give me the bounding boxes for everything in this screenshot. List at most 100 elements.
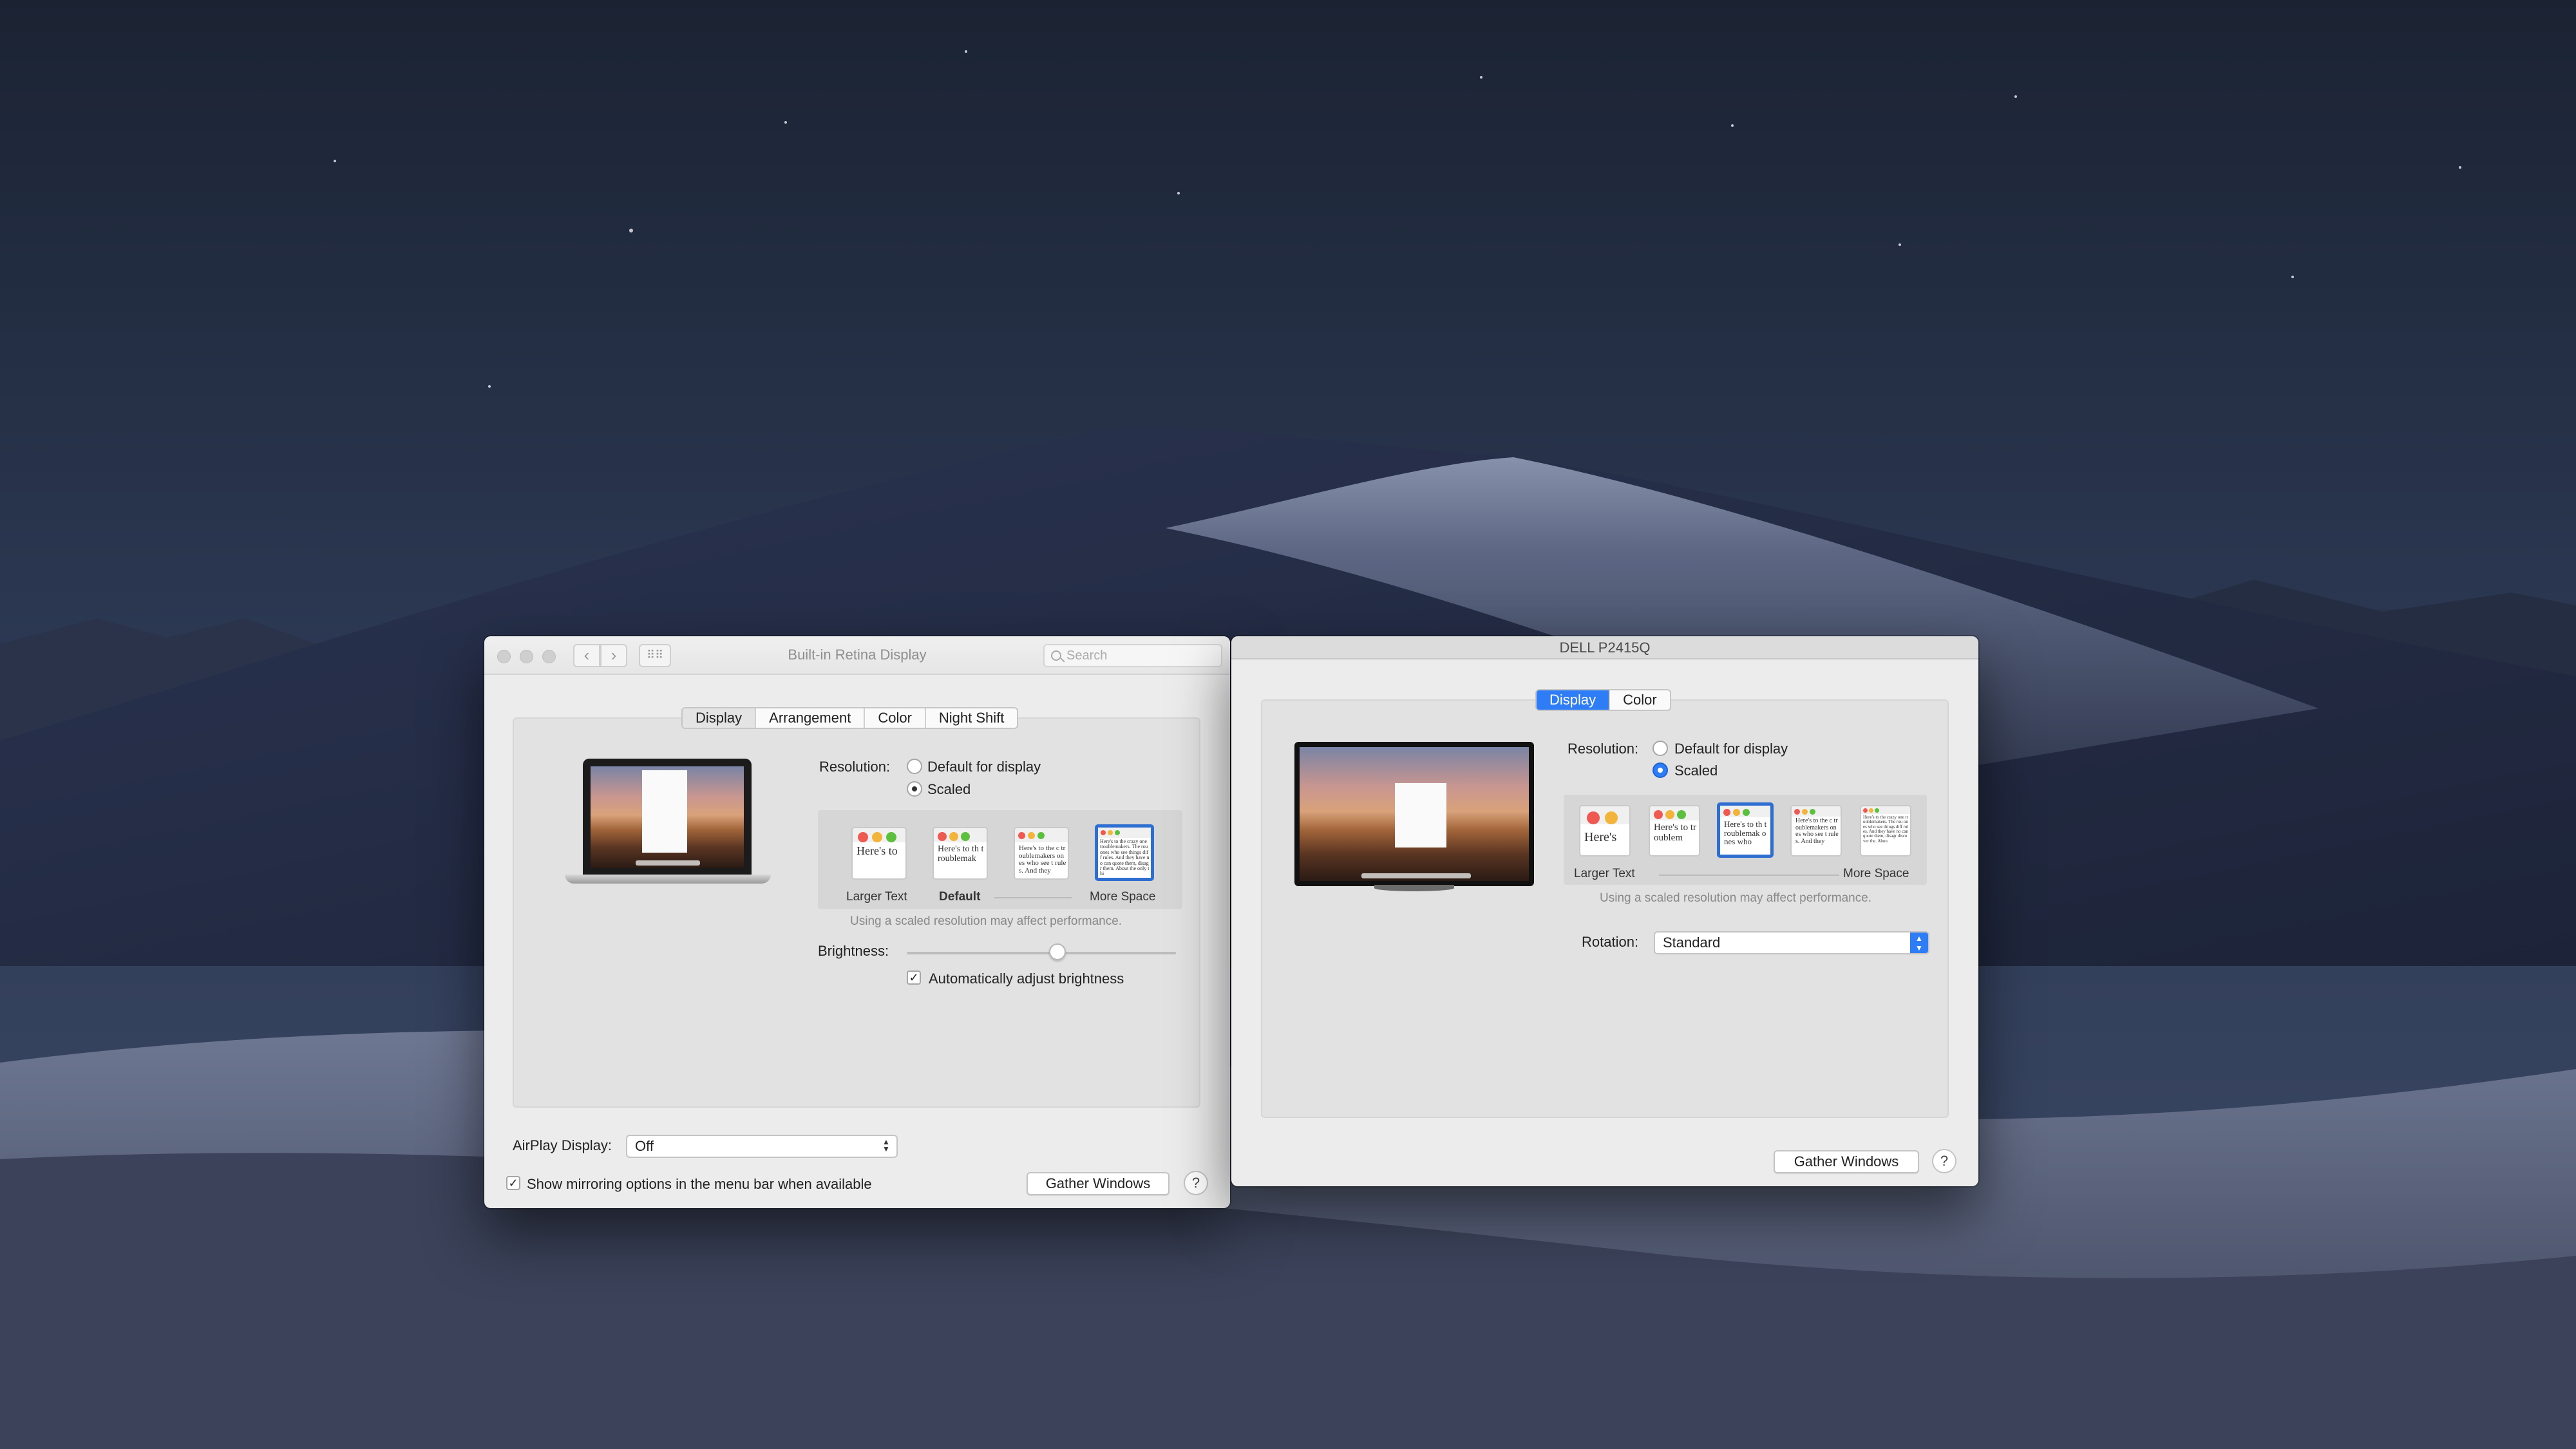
rotation-popup[interactable]: Standard ▲ ▼ [1654, 931, 1929, 954]
titlebar: DELL P2415Q [1231, 636, 1978, 659]
red-dot-icon [1863, 808, 1868, 813]
laptop-screen [591, 766, 744, 868]
brightness-slider[interactable] [907, 952, 1176, 954]
airplay-label: AirPlay Display: [513, 1137, 612, 1153]
search-placeholder: Search [1066, 649, 1108, 663]
gather-windows-button[interactable]: Gather Windows [1774, 1150, 1919, 1173]
auto-brightness-label: Automatically adjust brightness [929, 971, 1124, 987]
popup-arrows-icon: ▲ ▼ [1910, 933, 1928, 953]
red-dot-icon [1018, 832, 1025, 839]
red-dot-icon [1587, 811, 1600, 824]
built-in-display-window: ‹ › ⠿⠿ Built-in Retina Display Search Di… [484, 636, 1230, 1208]
yellow-dot-icon [1869, 808, 1873, 813]
document-preview [642, 770, 687, 853]
brightness-slider-knob[interactable] [1049, 943, 1066, 960]
titlebar: ‹ › ⠿⠿ Built-in Retina Display Search [484, 636, 1230, 675]
red-dot-icon [938, 832, 947, 841]
tab-bar: Display Color [1535, 689, 1671, 711]
green-dot-icon [1115, 830, 1120, 835]
thumb-sample-text: Here's to the c troublemakers ones who s… [1019, 844, 1066, 875]
red-dot-icon [1654, 810, 1663, 819]
yellow-dot-icon [872, 832, 882, 842]
monitor-image [1294, 742, 1534, 891]
rotation-value: Standard [1663, 934, 1721, 951]
yellow-dot-icon [1802, 809, 1808, 815]
larger-text-label: Larger Text [846, 890, 907, 904]
resolution-label: Resolution: [1567, 741, 1639, 757]
tab-color[interactable]: Color [865, 708, 926, 728]
yellow-dot-icon [1108, 830, 1113, 835]
yellow-dot-icon [1733, 809, 1740, 816]
thumb-sample-text: Here's to the c troublemakers ones who s… [1795, 817, 1839, 845]
green-dot-icon [1743, 809, 1750, 816]
scale-option-2[interactable]: Here's to th troublemak [933, 827, 988, 880]
yellow-dot-icon [1605, 811, 1618, 824]
mirroring-checkbox[interactable]: ✓ [506, 1176, 520, 1190]
red-dot-icon [1723, 809, 1730, 816]
tab-color[interactable]: Color [1610, 690, 1670, 710]
airplay-popup[interactable]: Off ▲ ▼ [626, 1135, 898, 1158]
thumb-sample-text: Here's [1584, 830, 1617, 844]
resolution-scaled-radio[interactable] [907, 781, 922, 797]
green-dot-icon [961, 832, 970, 841]
laptop-image [565, 759, 771, 887]
red-dot-icon [858, 832, 868, 842]
thumb-titlebar [1098, 828, 1151, 838]
red-dot-icon [1101, 830, 1106, 835]
more-space-label: More Space [1843, 867, 1909, 880]
green-dot-icon [886, 832, 896, 842]
more-space-label: More Space [1090, 890, 1156, 904]
resolution-label: Resolution: [819, 759, 891, 775]
monitor-screen [1300, 747, 1529, 881]
search-field[interactable]: Search [1043, 644, 1222, 667]
green-dot-icon [1677, 810, 1686, 819]
resolution-default-label: Default for display [927, 759, 1041, 775]
brightness-label: Brightness: [818, 943, 889, 959]
scaled-performance-note: Using a scaled resolution may affect per… [850, 914, 1122, 928]
document-preview [1395, 783, 1446, 848]
mirroring-label: Show mirroring options in the menu bar w… [527, 1176, 872, 1192]
resolution-scaled-label: Scaled [927, 781, 971, 797]
scale-option-5[interactable]: Here's to the crazy one troublemakers. T… [1860, 805, 1911, 857]
scale-option-3[interactable]: Here's to the c troublemakers ones who s… [1014, 827, 1069, 880]
scale-track [1659, 875, 1839, 876]
airplay-value: Off [635, 1138, 654, 1154]
search-icon [1051, 650, 1061, 661]
dock-preview [636, 860, 700, 866]
thumb-sample-text: Here's to the crazy one troublemakers. T… [1863, 815, 1909, 844]
help-button[interactable]: ? [1932, 1149, 1956, 1173]
tab-display[interactable]: Display [1537, 690, 1611, 710]
resolution-default-radio[interactable] [907, 759, 922, 774]
larger-text-label: Larger Text [1574, 867, 1635, 880]
resolution-scaled-radio[interactable] [1653, 762, 1668, 778]
resolution-default-radio[interactable] [1653, 741, 1668, 756]
scale-option-1[interactable]: Here's to [851, 827, 907, 880]
thumb-sample-text: Here's to th troublemak ones who [1724, 819, 1767, 847]
rotation-label: Rotation: [1582, 934, 1639, 950]
help-button[interactable]: ? [1184, 1171, 1208, 1195]
scale-option-4-selected[interactable]: Here's to the crazy one troublemakers. T… [1095, 824, 1154, 881]
thumb-sample-text: Here's to the crazy one troublemakers. T… [1100, 838, 1150, 877]
laptop-base [565, 875, 771, 884]
tab-bar: Display Arrangement Color Night Shift [681, 707, 1019, 729]
tab-arrangement[interactable]: Arrangement [756, 708, 866, 728]
dock-preview [1361, 873, 1471, 878]
thumb-sample-text: Here's to [857, 844, 898, 857]
scale-option-3-selected[interactable]: Here's to th troublemak ones who [1717, 802, 1774, 858]
resolution-scaled-label: Scaled [1674, 762, 1718, 779]
popup-arrows-icon: ▲ ▼ [882, 1137, 890, 1153]
scale-option-4[interactable]: Here's to the c troublemakers ones who s… [1790, 805, 1842, 857]
gather-windows-button[interactable]: Gather Windows [1027, 1172, 1170, 1195]
scale-track [994, 897, 1072, 898]
monitor-stand [1374, 885, 1454, 891]
tab-night-shift[interactable]: Night Shift [926, 708, 1017, 728]
green-dot-icon [1810, 809, 1815, 815]
yellow-dot-icon [949, 832, 958, 841]
red-dot-icon [1794, 809, 1800, 815]
scale-option-1[interactable]: Here's [1579, 805, 1631, 857]
tab-display[interactable]: Display [683, 708, 757, 728]
yellow-dot-icon [1665, 810, 1674, 819]
auto-brightness-checkbox[interactable]: ✓ [907, 971, 921, 985]
green-dot-icon [1875, 808, 1879, 813]
scale-option-2[interactable]: Here's to troublem [1649, 805, 1700, 857]
